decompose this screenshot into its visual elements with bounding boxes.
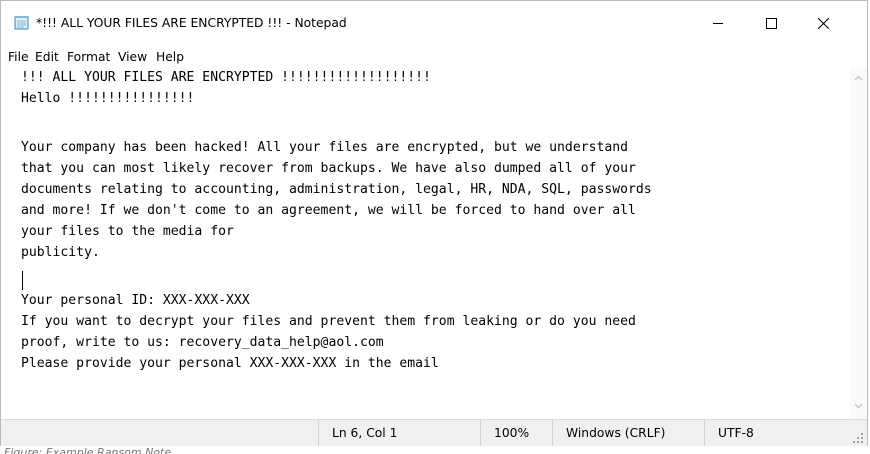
close-button[interactable] — [800, 1, 846, 45]
vertical-scrollbar[interactable] — [850, 67, 867, 419]
scroll-down-icon[interactable] — [854, 403, 863, 409]
menu-help[interactable]: Help — [156, 50, 184, 64]
menu-format[interactable]: Format — [67, 50, 110, 64]
text-line: that you can most likely recover from ba… — [21, 161, 636, 176]
notepad-icon — [14, 15, 30, 30]
figure-caption: Figure: Example Ransom Note — [4, 446, 172, 454]
window-title: *!!! ALL YOUR FILES ARE ENCRYPTED !!! - … — [36, 16, 347, 30]
text-line: If you want to decrypt your files and pr… — [21, 314, 636, 329]
minimize-button[interactable] — [695, 1, 741, 45]
close-icon — [817, 17, 829, 29]
text-line: Hello !!!!!!!!!!!!!!!! — [21, 91, 195, 106]
scroll-up-icon[interactable] — [854, 75, 863, 81]
text-line: your files to the media for — [21, 224, 234, 239]
status-zoom: 100% — [480, 420, 552, 446]
minimize-icon — [713, 23, 723, 24]
text-line: and more! If we don't come to an agreeme… — [21, 203, 636, 218]
text-line: documents relating to accounting, admini… — [21, 182, 652, 197]
text-line: !!! ALL YOUR FILES ARE ENCRYPTED !!!!!!!… — [21, 70, 431, 85]
text-caret — [22, 271, 23, 290]
text-line: publicity. — [21, 245, 100, 260]
title-bar[interactable]: *!!! ALL YOUR FILES ARE ENCRYPTED !!! - … — [1, 1, 867, 45]
text-line: Please provide your personal XXX-XXX-XXX… — [21, 356, 439, 371]
status-cursor-position: Ln 6, Col 1 — [318, 420, 480, 446]
notepad-window: *!!! ALL YOUR FILES ARE ENCRYPTED !!! - … — [0, 0, 868, 446]
resize-grip-icon[interactable] — [853, 433, 863, 443]
menu-view[interactable]: View — [118, 50, 147, 64]
status-encoding: UTF-8 — [704, 420, 844, 446]
text-line: proof, write to us: recovery_data_help@a… — [21, 335, 384, 350]
menu-file[interactable]: File — [8, 50, 29, 64]
menu-edit[interactable]: Edit — [35, 50, 59, 64]
menu-bar: File Edit Format View Help — [1, 47, 867, 67]
text-line: Your company has been hacked! All your f… — [21, 140, 628, 155]
text-editor[interactable]: !!! ALL YOUR FILES ARE ENCRYPTED !!!!!!!… — [1, 67, 850, 419]
maximize-button[interactable] — [748, 1, 794, 45]
status-line-ending: Windows (CRLF) — [552, 420, 704, 446]
status-bar: Ln 6, Col 1 100% Windows (CRLF) UTF-8 — [1, 419, 867, 446]
text-line: Your personal ID: XXX-XXX-XXX — [21, 293, 250, 308]
maximize-icon — [765, 17, 777, 29]
